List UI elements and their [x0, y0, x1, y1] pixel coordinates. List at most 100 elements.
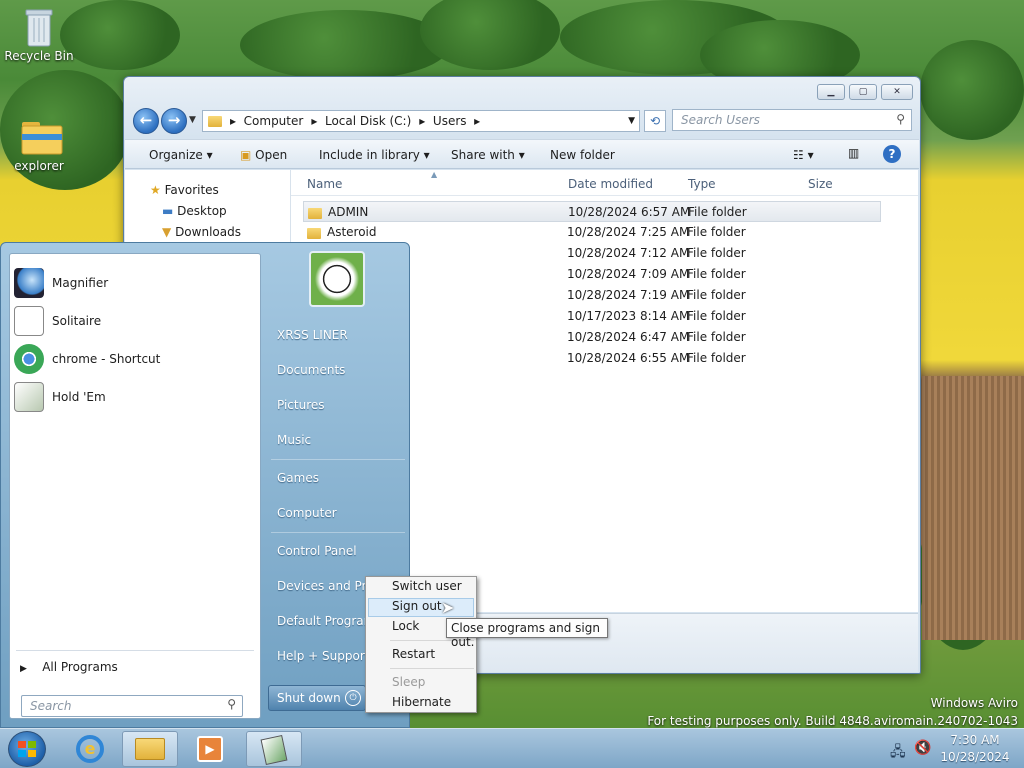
- file-date: 10/28/2024 6:55 AM: [567, 351, 690, 365]
- close-button[interactable]: ✕: [881, 84, 913, 100]
- shutdown-button[interactable]: Shut down ⏻: [268, 685, 366, 711]
- file-date: 10/28/2024 7:12 AM: [567, 246, 690, 260]
- column-type[interactable]: Type: [688, 177, 716, 191]
- search-input[interactable]: Search Users ⚲: [672, 109, 912, 131]
- power-options-icon[interactable]: ⏻: [345, 690, 361, 706]
- arrow-right-icon: ▶: [20, 664, 27, 674]
- file-type: File folder: [687, 309, 746, 323]
- file-row[interactable]: Asteroid 10/28/2024 7:25 AM File folder: [303, 222, 881, 243]
- taskbar-hold-em[interactable]: [246, 731, 302, 767]
- breadcrumb-computer[interactable]: ▸ Computer: [230, 114, 303, 128]
- share-with-button[interactable]: Share with ▾: [451, 148, 525, 162]
- recent-pages-dropdown[interactable]: ▼: [189, 115, 196, 125]
- breadcrumb-users[interactable]: ▸ Users ▸: [419, 114, 480, 128]
- back-button[interactable]: ←: [133, 108, 159, 134]
- program-hold-em[interactable]: Hold 'Em: [14, 380, 258, 414]
- menu-restart[interactable]: Restart: [392, 647, 435, 661]
- search-placeholder: Search Users: [681, 113, 760, 127]
- link-games[interactable]: Games: [277, 471, 319, 485]
- address-bar[interactable]: ▸ Computer ▸ Local Disk (C:) ▸ Users ▸ ▼: [202, 110, 640, 132]
- desktop-icon: ▬: [162, 204, 174, 218]
- link-music[interactable]: Music: [277, 433, 311, 447]
- file-type: File folder: [687, 351, 746, 365]
- include-in-library-button[interactable]: Include in library ▾: [319, 148, 430, 162]
- watermark-title: Windows Aviro: [930, 696, 1018, 710]
- tooltip: Close programs and sign out.: [446, 618, 608, 649]
- file-name: Asteroid: [327, 225, 377, 239]
- forward-button[interactable]: →: [161, 108, 187, 134]
- start-search-input[interactable]: Search ⚲: [21, 695, 243, 717]
- taskbar-media-player[interactable]: ▶: [182, 731, 238, 767]
- view-options-icon[interactable]: ☷ ▾: [793, 148, 814, 162]
- folder-icon: [208, 114, 222, 128]
- cmd-label: Share with: [451, 148, 515, 162]
- column-size[interactable]: Size: [808, 177, 833, 191]
- link-computer[interactable]: Computer: [277, 506, 337, 520]
- cmd-label: New folder: [550, 148, 615, 162]
- nav-desktop[interactable]: ▬ Desktop: [162, 204, 227, 218]
- menu-hibernate[interactable]: Hibernate: [392, 695, 451, 709]
- hold-em-icon: [14, 382, 44, 412]
- maximize-button[interactable]: ▢: [849, 84, 877, 100]
- cmd-label: Open: [255, 148, 288, 162]
- taskbar-internet-explorer[interactable]: e: [62, 731, 118, 767]
- recycle-bin-icon: [20, 6, 58, 47]
- search-icon: ⚲: [227, 697, 236, 711]
- menu-switch-user[interactable]: Switch user: [392, 579, 462, 593]
- taskbar-file-explorer[interactable]: [122, 731, 178, 767]
- program-magnifier[interactable]: Magnifier: [14, 266, 258, 300]
- program-label: Hold 'Em: [52, 390, 106, 404]
- hold-em-icon: [260, 734, 288, 766]
- cmd-label: Include in library: [319, 148, 420, 162]
- file-date: 10/17/2023 8:14 AM: [567, 309, 690, 323]
- windows-logo-icon: [18, 741, 36, 757]
- taskbar: e ▶ 🖧 🔇 7:30 AM 10/28/2024: [0, 728, 1024, 768]
- desktop-icon-explorer[interactable]: explorer: [2, 116, 76, 173]
- desktop-icon-recycle-bin[interactable]: Recycle Bin: [2, 6, 76, 63]
- link-help-support[interactable]: Help + Support: [277, 649, 369, 663]
- nav-downloads[interactable]: ▼ Downloads: [162, 225, 241, 239]
- chrome-icon: [14, 344, 44, 374]
- minimize-button[interactable]: ▁: [817, 84, 845, 100]
- start-button[interactable]: [8, 731, 46, 767]
- program-solitaire[interactable]: Solitaire: [14, 304, 258, 338]
- breadcrumb-label: Computer: [243, 114, 304, 128]
- file-name: ADMIN: [328, 205, 369, 219]
- column-date-modified[interactable]: Date modified: [568, 177, 653, 191]
- link-pictures[interactable]: Pictures: [277, 398, 325, 412]
- program-label: Solitaire: [52, 314, 102, 328]
- user-name-link[interactable]: XRSS LINER: [277, 328, 348, 342]
- file-type: File folder: [687, 288, 746, 302]
- organize-button[interactable]: Organize ▾: [149, 148, 213, 162]
- command-bar: Organize ▾ ▣ Open Include in library ▾ S…: [125, 139, 919, 169]
- file-date: 10/28/2024 7:09 AM: [567, 267, 690, 281]
- program-chrome-shortcut[interactable]: chrome - Shortcut: [14, 342, 258, 376]
- address-dropdown-icon[interactable]: ▼: [628, 116, 635, 126]
- help-icon[interactable]: ?: [883, 145, 901, 163]
- network-icon[interactable]: 🖧: [890, 741, 906, 765]
- all-programs-button[interactable]: ▶ All Programs: [20, 660, 118, 674]
- link-devices-and-printers[interactable]: Devices and Printers: [277, 579, 367, 593]
- program-label: Magnifier: [52, 276, 109, 290]
- preview-pane-icon[interactable]: ▥: [848, 146, 859, 160]
- open-icon: ▣: [240, 148, 252, 162]
- column-header: Name ▲ Date modified Type Size: [291, 170, 918, 196]
- file-row[interactable]: ADMIN 10/28/2024 6:57 AM File folder: [303, 201, 881, 222]
- user-avatar[interactable]: [309, 251, 365, 307]
- refresh-button[interactable]: ⟲: [644, 110, 666, 132]
- menu-sign-out[interactable]: Sign out: [392, 599, 442, 613]
- volume-muted-icon[interactable]: 🔇: [914, 740, 931, 756]
- column-name[interactable]: Name: [307, 177, 342, 191]
- menu-lock[interactable]: Lock: [392, 619, 419, 633]
- new-folder-button[interactable]: New folder: [550, 148, 615, 162]
- open-button[interactable]: ▣ Open: [240, 148, 287, 162]
- link-default-programs[interactable]: Default Programs: [277, 614, 367, 628]
- nav-label: Downloads: [175, 225, 241, 239]
- link-control-panel[interactable]: Control Panel: [277, 544, 357, 558]
- nav-favorites[interactable]: ★ Favorites: [150, 183, 219, 197]
- media-player-icon: ▶: [197, 736, 223, 762]
- file-type: File folder: [687, 225, 746, 239]
- breadcrumb-local-disk[interactable]: ▸ Local Disk (C:): [311, 114, 411, 128]
- link-documents[interactable]: Documents: [277, 363, 345, 377]
- clock[interactable]: 7:30 AM 10/28/2024: [940, 732, 1010, 766]
